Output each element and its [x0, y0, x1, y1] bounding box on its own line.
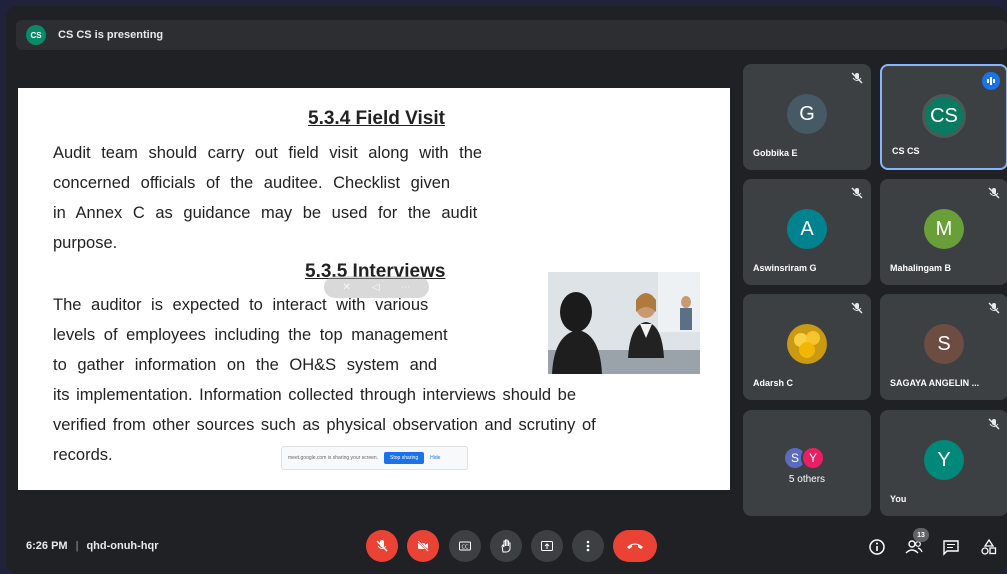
slide-line: to gather information on the OH&S system…	[53, 356, 438, 374]
svg-text:CC: CC	[462, 545, 469, 551]
participant-count-badge: 13	[913, 528, 929, 542]
screen-share-banner: meet.google.com is sharing your screen. …	[281, 446, 468, 470]
participant-name: Gobbika E	[753, 148, 798, 158]
mic-off-icon	[988, 418, 1000, 430]
slide-line: purpose.	[53, 234, 118, 252]
meeting-info: 6:26 PM | qhd-onuh-hqr	[26, 540, 159, 552]
participant-name: SAGAYA ANGELIN ...	[890, 378, 980, 388]
raise-hand-button[interactable]	[490, 530, 522, 562]
slide-paragraph-1: Audit team should carry out field visit …	[53, 138, 482, 258]
hide-button[interactable]: Hide	[430, 455, 440, 461]
mic-off-icon	[988, 187, 1000, 199]
meeting-code: qhd-onuh-hqr	[86, 540, 159, 552]
activities-icon	[981, 538, 997, 555]
chat-icon	[943, 540, 959, 556]
activities-button[interactable]	[978, 536, 1000, 558]
slide-line: The auditor is expected to interact with…	[53, 296, 429, 314]
presenter-avatar: CS	[26, 25, 46, 45]
participant-name: Aswinsriram G	[753, 263, 817, 273]
more-icon[interactable]: ⋯	[401, 282, 411, 293]
slide-heading-field-visit: 5.3.4 Field Visit	[308, 108, 445, 129]
avatar: S	[924, 324, 964, 364]
avatar: G	[787, 94, 827, 134]
mic-toggle-button[interactable]	[366, 530, 398, 562]
avatar: A	[787, 209, 827, 249]
interview-photo	[548, 272, 700, 374]
presenting-bar: CS CS CS is presenting	[16, 20, 1007, 50]
mic-off-icon	[851, 302, 863, 314]
people-button[interactable]: 13	[903, 528, 929, 558]
participant-name: You	[890, 494, 907, 504]
slide-line: concerned officials of the auditee. Chec…	[53, 174, 451, 192]
present-screen-icon	[541, 541, 553, 551]
camera-toggle-button[interactable]	[407, 530, 439, 562]
slide-line: verified from other sources such as phys…	[53, 416, 596, 434]
floating-presenter-toolbar[interactable]: ✕ ◁ ⋯	[324, 276, 429, 298]
stop-sharing-button[interactable]: Stop sharing	[384, 452, 425, 464]
avatar: M	[924, 209, 964, 249]
separator: |	[75, 540, 79, 552]
slide-paragraph-2: The auditor is expected to interact with…	[53, 290, 596, 470]
bottom-control-bar: 6:26 PM | qhd-onuh-hqr CC 13	[6, 522, 1007, 574]
camera-off-icon	[417, 540, 429, 552]
mic-off-icon	[376, 540, 388, 552]
present-now-button[interactable]	[531, 530, 563, 562]
hand-icon	[501, 539, 511, 553]
meeting-details-button[interactable]	[866, 536, 888, 558]
others-tile[interactable]: S Y 5 others	[743, 410, 871, 516]
avatar: Y	[924, 440, 964, 480]
slide-line: in Annex C as guidance may be used for t…	[53, 204, 478, 222]
leave-call-button[interactable]	[613, 530, 657, 562]
shared-screen: 5.3.4 Field Visit Audit team should carr…	[18, 88, 730, 490]
more-options-button[interactable]	[572, 530, 604, 562]
avatar: CS	[922, 94, 966, 138]
mic-off-icon[interactable]: ✕	[342, 282, 350, 293]
presenting-text: CS CS is presenting	[58, 29, 164, 41]
others-label: 5 others	[788, 474, 826, 485]
avatar-photo	[787, 324, 827, 364]
participant-tile[interactable]: M Mahalingam B	[880, 179, 1007, 285]
others-avatars: S Y	[783, 446, 825, 470]
speaking-indicator-icon	[982, 72, 1000, 90]
mic-off-icon	[851, 187, 863, 199]
participant-name: Mahalingam B	[890, 263, 952, 273]
info-icon	[869, 539, 885, 555]
mic-off-icon	[851, 72, 863, 84]
participant-tile[interactable]: A Aswinsriram G	[743, 179, 871, 285]
slide-line: its implementation. Information collecte…	[53, 386, 577, 404]
participant-name: Adarsh C	[753, 378, 794, 388]
avatar: Y	[801, 446, 825, 470]
participant-tile[interactable]: Adarsh C	[743, 294, 871, 400]
chat-button[interactable]	[940, 536, 962, 558]
participant-tile[interactable]: S SAGAYA ANGELIN ...	[880, 294, 1007, 400]
mic-off-icon	[988, 302, 1000, 314]
participant-name: CS CS	[892, 146, 920, 156]
meeting-time: 6:26 PM	[26, 540, 68, 552]
volume-off-icon[interactable]: ◁	[372, 282, 380, 293]
participant-tile-speaking[interactable]: CS CS CS	[880, 64, 1007, 170]
hang-up-icon	[627, 543, 643, 549]
closed-captions-icon: CC	[459, 541, 471, 551]
more-vert-icon	[586, 540, 590, 552]
captions-button[interactable]: CC	[449, 530, 481, 562]
slide-line: Audit team should carry out field visit …	[53, 144, 483, 162]
share-banner-text: meet.google.com is sharing your screen.	[288, 455, 379, 461]
slide-line: levels of employees including the top ma…	[53, 326, 448, 344]
self-tile[interactable]: Y You	[880, 410, 1007, 516]
participant-tile[interactable]: G Gobbika E	[743, 64, 871, 170]
